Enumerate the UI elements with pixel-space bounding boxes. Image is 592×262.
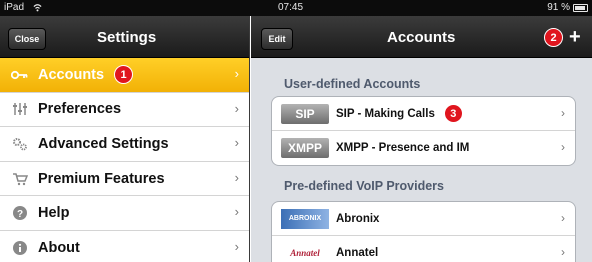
accounts-pane: Edit Accounts 2 + User-defined Accounts … [251, 16, 592, 262]
device-name: iPad [4, 2, 25, 13]
chevron-right-icon: › [234, 204, 239, 220]
wifi-icon [33, 4, 42, 12]
xmpp-protocol-icon: XMPP [281, 138, 329, 158]
svg-text:?: ? [17, 209, 23, 220]
menu-item-label: Preferences [38, 101, 122, 118]
menu-item-label: Help [38, 205, 70, 222]
chevron-right-icon: › [234, 238, 239, 254]
battery-percent: 91 % [547, 2, 570, 13]
info-icon [10, 239, 30, 257]
user-accounts-group: SIP SIP - Making Calls 3 › XMPP XMPP - P… [271, 96, 576, 166]
cart-icon [10, 170, 30, 188]
user-defined-accounts-header: User-defined Accounts [284, 77, 421, 91]
callout-badge-3: 3 [443, 104, 463, 123]
menu-item-preferences[interactable]: Preferences › [0, 93, 249, 128]
edit-button[interactable]: Edit [261, 28, 293, 50]
menu-item-label: Premium Features [38, 170, 165, 187]
menu-item-help[interactable]: ? Help › [0, 196, 249, 231]
chevron-right-icon: › [561, 140, 565, 154]
callout-badge-2: 2 [544, 28, 563, 47]
menu-item-advanced-settings[interactable]: Advanced Settings › [0, 127, 249, 162]
provider-label: Annatel [336, 247, 379, 259]
callout-badge-1: 1 [114, 65, 134, 85]
menu-item-label: About [38, 239, 80, 256]
chevron-right-icon: › [561, 106, 565, 120]
menu-item-premium-features[interactable]: Premium Features › [0, 162, 249, 197]
chevron-right-icon: › [234, 135, 239, 151]
chevron-right-icon: › [234, 66, 239, 81]
add-account-button[interactable]: + [569, 26, 581, 49]
status-bar: iPad 07:45 91 % [0, 0, 592, 16]
account-row-xmpp[interactable]: XMPP XMPP - Presence and IM › [272, 131, 575, 165]
settings-nav-bar: Close Settings [0, 16, 249, 58]
help-icon: ? [10, 204, 30, 222]
provider-row-abronix[interactable]: ABRONIX Abronix › [272, 202, 575, 236]
chevron-right-icon: › [561, 211, 565, 225]
accounts-title: Accounts [387, 29, 456, 46]
predefined-providers-header: Pre-defined VoIP Providers [284, 179, 445, 193]
close-button[interactable]: Close [8, 28, 46, 50]
account-label: XMPP - Presence and IM [336, 142, 470, 154]
accounts-nav-bar: Edit Accounts 2 + [251, 16, 592, 58]
sip-protocol-icon: SIP [281, 103, 329, 124]
chevron-right-icon: › [561, 245, 565, 259]
settings-pane: Close Settings Accounts 1 › Preferences … [0, 16, 250, 262]
menu-item-label: Accounts [38, 66, 105, 83]
annatel-logo: Annatel [290, 248, 320, 258]
chevron-right-icon: › [234, 169, 239, 185]
key-icon [10, 66, 30, 84]
provider-row-annatel[interactable]: Annatel Annatel › [272, 236, 575, 262]
menu-item-accounts[interactable]: Accounts 1 › [0, 58, 249, 93]
chevron-right-icon: › [234, 100, 239, 116]
clock: 07:45 [278, 2, 304, 13]
gears-icon [10, 135, 30, 153]
settings-title: Settings [97, 29, 157, 46]
sliders-icon [10, 100, 30, 118]
providers-group: ABRONIX Abronix › Annatel Annatel › [271, 201, 576, 262]
menu-item-about[interactable]: About › [0, 231, 249, 262]
abronix-logo: ABRONIX [281, 208, 329, 229]
provider-label: Abronix [336, 212, 380, 225]
account-label: SIP - Making Calls [336, 107, 435, 120]
battery-icon [573, 4, 588, 12]
account-row-sip[interactable]: SIP SIP - Making Calls 3 › [272, 97, 575, 131]
menu-item-label: Advanced Settings [38, 135, 169, 152]
